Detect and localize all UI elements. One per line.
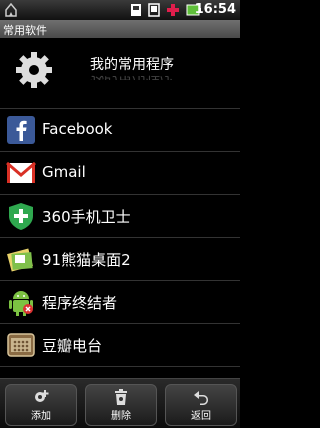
list-item-label: 程序终结者 [42,294,118,312]
list-item-douban-radio[interactable]: 豆瓣电台 [0,324,240,367]
window-title: 常用软件 [3,24,47,37]
radio-icon [7,333,35,357]
sd-card-icon [131,4,141,16]
gear-add-icon [35,390,49,402]
plus-icon [167,4,179,16]
back-button[interactable]: 返回 [165,384,237,426]
gmail-icon [6,161,36,183]
list-item-facebook[interactable]: Facebook [0,108,240,152]
list-item-91panda[interactable]: 91熊猫桌面2 [0,238,240,281]
app-list: Facebook Gmail 360手机卫士 91熊猫桌面2 程序终结者 豆瓣电… [0,108,240,367]
back-label: 返回 [191,411,211,422]
list-item-360[interactable]: 360手机卫士 [0,195,240,238]
list-item-label: Gmail [42,163,86,181]
title-bar: 常用软件 [0,20,240,39]
add-button[interactable]: 添加 [5,384,77,426]
bottom-toolbar: 添加 删除 返回 [0,378,240,428]
phone-icon [148,3,160,17]
list-item-label: 360手机卫士 [42,208,131,226]
facebook-icon [7,116,35,144]
list-item-label: 豆瓣电台 [42,337,103,355]
android-debug-icon [5,3,17,17]
status-bar: 16:54 [0,0,240,20]
list-item-label: 91熊猫桌面2 [42,251,131,269]
android-icon [9,291,33,316]
trash-icon [115,389,127,405]
gear-icon [16,52,52,88]
list-item-task-killer[interactable]: 程序终结者 [0,281,240,324]
desktop-icon [7,248,33,272]
add-label: 添加 [31,411,51,422]
page-title: 我的常用程序 [90,57,174,73]
page-title-reflection: 我的常用程序 [90,73,174,89]
header: 我的常用程序 我的常用程序 [0,38,240,108]
delete-label: 删除 [111,411,131,422]
list-item-label: Facebook [42,120,113,138]
delete-button[interactable]: 删除 [85,384,157,426]
shield-icon [9,203,33,230]
return-arrow-icon [194,391,208,405]
clock: 16:54 [194,2,236,17]
list-item-gmail[interactable]: Gmail [0,152,240,195]
